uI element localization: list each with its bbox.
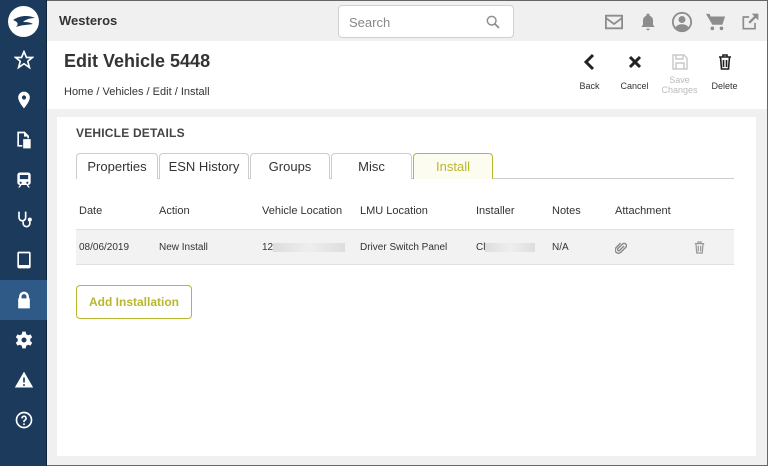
redacted-blur (485, 242, 536, 252)
tab-groups[interactable]: Groups (250, 153, 330, 179)
nav-diagnostics[interactable] (0, 200, 47, 240)
brand-name: Westeros (59, 13, 118, 28)
search-box[interactable] (338, 5, 514, 38)
trash-icon (718, 51, 732, 73)
top-bar: Westeros (47, 0, 768, 41)
vehicle-details-card: VEHICLE DETAILS Properties ESN History G… (57, 117, 756, 456)
delete-button[interactable]: Delete (702, 51, 747, 95)
close-icon (628, 51, 642, 73)
save-icon (671, 51, 688, 73)
search-icon[interactable] (485, 14, 501, 35)
stethoscope-icon (17, 211, 32, 228)
user-icon[interactable] (671, 11, 693, 33)
nav-help[interactable] (0, 400, 47, 440)
tab-properties[interactable]: Properties (76, 153, 158, 179)
tab-bar: Properties ESN History Groups Misc Insta… (76, 153, 734, 179)
map-pin-icon (17, 91, 30, 109)
page-title: Edit Vehicle 5448 (64, 51, 211, 71)
nav-favorites[interactable] (0, 40, 47, 80)
col-installer[interactable]: Installer (476, 205, 515, 217)
warning-icon (14, 371, 33, 388)
nav-locations[interactable] (0, 80, 47, 120)
cell-installer: Cl (476, 242, 536, 253)
table-row[interactable]: 08/06/2019 New Install 12 Driver Switch … (76, 229, 734, 265)
install-table: Date Action Vehicle Location LMU Locatio… (76, 202, 734, 265)
nav-security[interactable] (0, 280, 47, 320)
gear-icon (15, 331, 32, 349)
breadcrumb-edit[interactable]: Edit (153, 86, 172, 98)
breadcrumb-home[interactable]: Home (64, 86, 93, 98)
cart-icon[interactable] (705, 11, 727, 33)
tab-esn-history[interactable]: ESN History (159, 153, 249, 179)
help-icon (15, 411, 32, 429)
section-title: VEHICLE DETAILS (76, 126, 185, 140)
tab-install[interactable]: Install (413, 153, 493, 179)
row-trash-icon[interactable] (694, 241, 705, 257)
nav-settings[interactable] (0, 320, 47, 360)
train-icon (16, 172, 31, 188)
col-action[interactable]: Action (159, 205, 190, 217)
cancel-label: Cancel (620, 81, 649, 91)
nav-reports[interactable] (0, 120, 47, 160)
tablet-icon (16, 251, 31, 269)
app-logo[interactable] (8, 6, 39, 37)
back-label: Back (579, 81, 600, 91)
col-lmu-location[interactable]: LMU Location (360, 205, 428, 217)
cell-action: New Install (159, 242, 208, 253)
cell-date: 08/06/2019 (79, 242, 130, 253)
delete-label: Delete (711, 81, 738, 91)
col-date[interactable]: Date (79, 205, 102, 217)
cell-vehicle-location: 12 (262, 242, 346, 253)
breadcrumb: Home / Vehicles / Edit / Install (64, 86, 210, 98)
star-icon (13, 50, 34, 70)
documents-icon (16, 131, 31, 149)
save-changes-button[interactable]: Save Changes (657, 51, 702, 95)
cell-notes: N/A (552, 242, 569, 253)
cancel-button[interactable]: Cancel (612, 51, 657, 95)
breadcrumb-vehicles[interactable]: Vehicles (103, 86, 144, 98)
lock-icon (17, 291, 30, 309)
redacted-blur (273, 242, 346, 252)
cell-lmu-location: Driver Switch Panel (360, 242, 448, 253)
sidebar (0, 0, 47, 466)
add-installation-button[interactable]: Add Installation (76, 285, 192, 319)
search-input[interactable] (349, 14, 479, 31)
col-vehicle-location[interactable]: Vehicle Location (262, 205, 342, 217)
table-header: Date Action Vehicle Location LMU Locatio… (76, 202, 734, 228)
mail-icon[interactable] (603, 11, 625, 33)
col-attachment[interactable]: Attachment (615, 205, 671, 217)
paperclip-icon[interactable] (614, 241, 628, 258)
nav-alerts[interactable] (0, 360, 47, 400)
external-link-icon[interactable] (739, 11, 761, 33)
chevron-left-icon (583, 51, 597, 73)
breadcrumb-install: Install (180, 86, 210, 98)
tab-misc[interactable]: Misc (331, 153, 412, 179)
back-button[interactable]: Back (567, 51, 612, 95)
nav-vehicles[interactable] (0, 160, 47, 200)
bell-icon[interactable] (637, 11, 659, 33)
col-notes[interactable]: Notes (552, 205, 581, 217)
page-header: Edit Vehicle 5448 Home / Vehicles / Edit… (47, 41, 768, 109)
bird-logo-icon (12, 15, 35, 27)
nav-devices[interactable] (0, 240, 47, 280)
save-changes-label: Save Changes (661, 75, 698, 95)
